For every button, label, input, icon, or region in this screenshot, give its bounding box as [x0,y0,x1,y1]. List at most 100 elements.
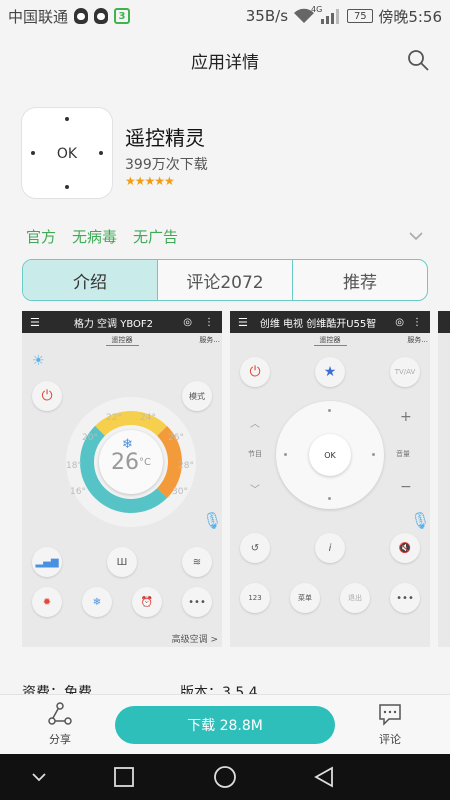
tab-intro[interactable]: 介绍 [23,260,158,300]
more-icon: ⋮ [204,316,214,328]
dial-label: 20° [82,433,98,443]
shot-tab: 遥控器 [313,335,347,346]
shot-title: 创维 电视 创维酷开U55智 [259,318,377,330]
volume-label: 音量 [396,450,410,458]
net-speed: 35B/s [245,7,289,25]
microphone-icon: 🎙 [202,511,222,530]
screenshot-ac-remote[interactable]: ☰ 格力 空调 YBOF2 ◎ ⋮ 遥控器 服务... ☀ ⏻ 模式 26 °C … [22,311,222,647]
exit-button: 退出 [340,583,370,613]
shot-topbar [438,311,450,333]
temperature-dial: 26 °C ❄ 16° 18° 20° 22° 24° 26° 28° 30° [66,397,196,527]
tag-no-virus: 无病毒 [72,227,118,246]
shot-topbar: ☰ 格力 空调 YBOF2 ◎ ⋮ [22,311,222,333]
channel-up-icon: ︿ [250,419,260,430]
share-icon [48,702,72,725]
dial-label: 18° [66,461,82,471]
share-button[interactable]: 分享 [30,701,90,751]
dial-label: 16° [70,487,86,497]
power-icon: ⏻ [240,357,270,387]
status-bar: 中国联通 3 35B/s 4G 75 傍晚5:56 [0,0,450,32]
qq-icon [74,8,89,24]
pad-down-dot [328,497,331,500]
screenshot-next-partial[interactable] [438,311,450,647]
shot-subbar: 遥控器 服务... [230,333,430,347]
info-button: i [315,533,345,563]
volume-minus: − [400,479,412,495]
tab-recommend[interactable]: 推荐 [293,260,427,300]
dial-label: 28° [178,461,194,471]
dial-label: 24° [140,413,156,423]
ok-button: OK [309,434,351,476]
app-name: 遥控精灵 [125,126,205,150]
app-icon-label: OK [56,146,78,162]
snowflake-icon: ❄ [122,437,133,452]
dial-label: 30° [172,487,188,497]
cool-icon: ❄ [82,587,112,617]
user-icon: ◎ [395,316,404,328]
chevron-down-icon[interactable] [30,766,48,788]
advanced-ac-link: 高级空调 > [171,635,218,645]
tag-no-ads: 无广告 [133,227,179,246]
user-icon: ◎ [183,316,192,328]
page-title: 应用详情 [191,52,259,73]
shot-title: 格力 空调 YBOF2 [73,318,154,330]
shot-service: 服务... [199,336,220,344]
menu-icon: ☰ [30,315,40,329]
action-bar: 分享 下载 28.8M 评论 [0,694,450,754]
app-icon: OK [22,108,112,198]
signal-icon [321,9,340,24]
app-tags: 官方 无病毒 无广告 [26,224,424,248]
pad-up-dot [328,409,331,412]
timer-icon: ⏰ [132,587,162,617]
qq-icon [94,8,109,24]
network-type: 4G [311,4,323,14]
tab-comments[interactable]: 评论2072 [158,260,293,300]
mute-icon: 🔇 [390,533,420,563]
pad-left-dot [284,453,287,456]
screenshot-carousel[interactable]: ☰ 格力 空调 YBOF2 ◎ ⋮ 遥控器 服务... ☀ ⏻ 模式 26 °C … [22,311,450,647]
title-bar: 应用详情 [0,32,450,88]
wind-icon: ≋ [182,547,212,577]
screenshot-tv-remote[interactable]: ☰ 创维 电视 创维酷开U55智 ◎ ⋮ 遥控器 服务... ⏻ ★ TV/AV… [230,311,430,647]
back-icon: ↺ [240,533,270,563]
heat-icon: ✹ [32,587,62,617]
navigation-bar [0,754,450,800]
battery-icon: 75 [347,9,374,23]
tab-bar: 介绍 评论2072 推荐 [22,259,428,301]
tag-official: 官方 [26,227,57,246]
direction-pad: OK [276,401,384,509]
shot-service: 服务... [407,336,428,344]
search-icon[interactable] [406,48,430,72]
download-button[interactable]: 下载 28.8M [115,706,335,744]
signal-strength-icon: ▂▄▆ [32,547,62,577]
chevron-down-icon[interactable] [408,228,424,244]
home-icon[interactable] [213,766,237,790]
comment-icon [379,704,401,726]
menu-icon: ☰ [238,315,248,329]
power-icon: ⏻ [32,381,62,411]
pad-right-dot [372,453,375,456]
tv-av-button: TV/AV [390,357,420,387]
channel-label: 节目 [248,450,262,458]
menu-button: 菜单 [290,583,320,613]
more-options-icon: ••• [390,583,420,613]
more-icon: ⋮ [412,316,422,328]
back-icon[interactable] [313,766,335,788]
app-header: OK 遥控精灵 399万次下载 ★★★★★ [22,108,432,200]
volume-plus: + [400,409,412,425]
star-icon: ★ [315,357,345,387]
rating-stars: ★★★★★ [125,174,175,188]
mode-button: 模式 [182,381,212,411]
channel-down-icon: ﹀ [250,485,260,496]
clock: 傍晚5:56 [378,7,442,26]
shot-subbar: 遥控器 服务... [22,333,222,347]
number-button: 123 [240,583,270,613]
download-count: 399万次下载 [125,157,208,173]
shot-tab: 遥控器 [105,335,139,346]
recent-apps-icon[interactable] [113,766,135,788]
more-options-icon: ••• [182,587,212,617]
dial-label: 22° [106,413,122,423]
microphone-icon: 🎙 [410,511,430,530]
comment-button[interactable]: 评论 [360,701,420,751]
light-icon: ☀ [32,353,45,369]
